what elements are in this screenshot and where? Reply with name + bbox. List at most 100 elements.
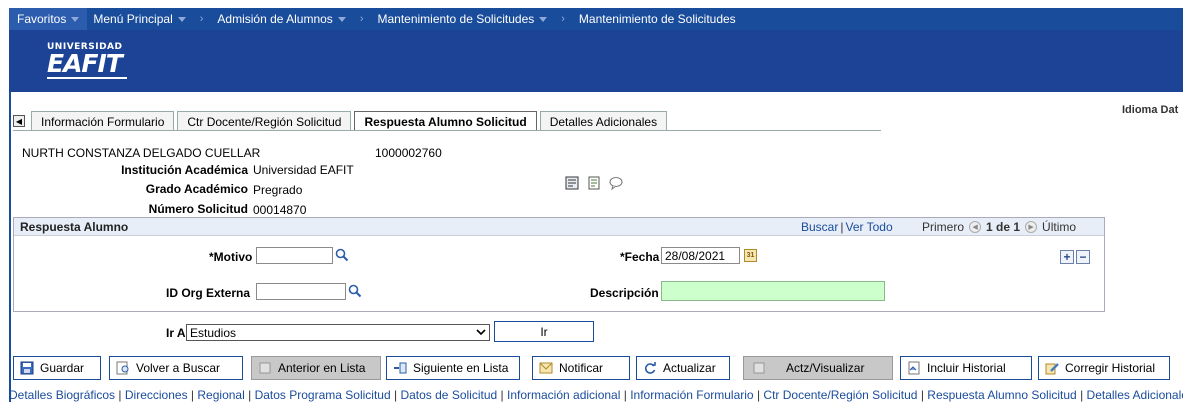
history-icon — [908, 361, 920, 375]
footer-divider: | — [1080, 388, 1084, 402]
grado-value: Pregrado — [253, 183, 303, 197]
logo-main-text: EAFIT — [47, 49, 123, 78]
actualizar-button[interactable]: Actualizar — [636, 356, 730, 380]
tab-bar: ◀ Información Formulario Ctr Docente/Reg… — [13, 111, 670, 131]
ir-a-selected: Estudios — [190, 325, 237, 340]
numero-solicitud-label: Número Solicitud — [148, 202, 248, 216]
descripcion-label: Descripción — [590, 286, 659, 300]
search-page-icon — [116, 361, 129, 375]
breadcrumb-separator-icon: › — [359, 13, 364, 25]
footer-link[interactable]: Información adicional — [507, 388, 620, 402]
ultimo-link[interactable]: Último — [1042, 220, 1076, 234]
numero-solicitud-value: 00014870 — [253, 203, 307, 217]
idioma-label: Idioma Dat — [1122, 104, 1179, 116]
incluir-historial-button[interactable]: Incluir Historial — [900, 356, 1032, 380]
panel-links: Buscar | Ver Todo — [801, 220, 893, 234]
view-icon — [753, 362, 765, 374]
actz-visualizar-button[interactable]: Actz/Visualizar — [743, 356, 893, 380]
breadcrumb-label: Mantenimiento de Solicitudes — [578, 12, 736, 26]
panel-header: Respuesta Alumno Buscar | Ver Todo Primero… — [14, 218, 1104, 236]
tab-scroll-left-icon[interactable]: ◀ — [13, 115, 25, 127]
guardar-label: Guardar — [40, 361, 85, 375]
ir-a-label: Ir A — [166, 326, 186, 340]
volver-label: Volver a Buscar — [136, 361, 221, 375]
motivo-input[interactable] — [256, 247, 333, 264]
notepad-icon[interactable] — [565, 176, 579, 190]
ir-button[interactable]: Ir — [494, 321, 594, 342]
tab-detalles-adicionales[interactable]: Detalles Adicionales — [539, 111, 668, 131]
breadcrumb-current[interactable]: Mantenimiento de Solicitudes — [573, 12, 742, 26]
footer-link[interactable]: Información Formulario — [630, 388, 753, 402]
fecha-input[interactable] — [661, 247, 740, 264]
footer-link[interactable]: Detalles Biográficos — [9, 388, 115, 402]
siguiente-en-lista-button[interactable]: Siguiente en Lista — [386, 356, 520, 380]
footer-link[interactable]: Ctr Docente/Región Solicitud — [763, 388, 917, 402]
document-icon[interactable] — [587, 176, 601, 190]
fecha-label: *Fecha — [620, 250, 660, 264]
menu-principal-label: Menú Principal — [93, 12, 173, 26]
footer-link[interactable]: Direcciones — [125, 388, 188, 402]
calendar-icon[interactable]: 31 — [744, 249, 757, 262]
chevron-down-icon — [476, 329, 486, 336]
footer-divider: | — [190, 388, 195, 402]
breadcrumb-separator-icon: › — [199, 13, 204, 25]
ver-todo-link[interactable]: Ver Todo — [845, 220, 892, 234]
grado-label: Grado Académico — [145, 182, 248, 196]
comment-icon[interactable] — [609, 176, 623, 190]
breadcrumb-mantenimiento[interactable]: Mantenimiento de Solicitudes — [371, 12, 553, 26]
next-icon[interactable]: ▶ — [1025, 221, 1038, 233]
footer-divider: | — [118, 388, 122, 402]
footer-links: Detalles Biográficos | Direcciones | Reg… — [9, 388, 1183, 402]
institucion-label: Institución Académica — [121, 163, 248, 177]
footer-link[interactable]: Respuesta Alumno Solicitud — [927, 388, 1076, 402]
menu-principal[interactable]: Menú Principal — [87, 12, 191, 26]
footer-link[interactable]: Datos de Solicitud — [400, 388, 497, 402]
eafit-logo: UNIVERSIDAD EAFIT — [47, 42, 127, 79]
refresh-icon — [644, 362, 656, 374]
footer-link[interactable]: Detalles Adicionales — [1087, 388, 1183, 402]
panel-pagination: Primero ◀ 1 de 1 ▶ Último — [922, 220, 1076, 234]
delete-row-icon[interactable]: − — [1076, 250, 1090, 264]
incluir-label: Incluir Historial — [927, 361, 1006, 375]
actz-label: Actz/Visualizar — [786, 361, 865, 375]
search-icon[interactable] — [335, 248, 349, 262]
motivo-label: *Motivo — [209, 250, 253, 264]
footer-link[interactable]: Regional — [197, 388, 244, 402]
search-icon[interactable] — [348, 284, 362, 298]
favoritos-menu[interactable]: Favoritos — [9, 8, 88, 30]
tab-informacion-formulario[interactable]: Información Formulario — [31, 111, 175, 131]
breadcrumb-admision[interactable]: Admisión de Alumnos — [211, 12, 351, 26]
breadcrumb-label: Admisión de Alumnos — [217, 12, 333, 26]
volver-a-buscar-button[interactable]: Volver a Buscar — [109, 356, 243, 380]
guardar-button[interactable]: Guardar — [13, 356, 101, 380]
chevron-down-icon — [337, 16, 346, 22]
institucion-value: Universidad EAFIT — [253, 163, 354, 177]
add-row-icon[interactable]: + — [1060, 250, 1074, 264]
chevron-down-icon — [177, 16, 186, 22]
footer-divider: | — [248, 388, 252, 402]
breadcrumb-separator-icon: › — [561, 13, 565, 25]
notificar-button[interactable]: Notificar — [532, 356, 630, 380]
corregir-label: Corregir Historial — [1065, 361, 1156, 375]
tab-ctr-docente[interactable]: Ctr Docente/Región Solicitud — [177, 111, 352, 131]
footer-divider: | — [756, 388, 761, 402]
student-id: 1000002760 — [375, 146, 442, 160]
footer-divider: | — [623, 388, 627, 402]
breadcrumb-label: Mantenimiento de Solicitudes — [377, 12, 535, 26]
footer-link[interactable]: Datos Programa Solicitud — [255, 388, 391, 402]
edit-history-icon — [1045, 363, 1059, 375]
buscar-link[interactable]: Buscar — [801, 220, 838, 234]
anterior-en-lista-button[interactable]: Anterior en Lista — [251, 356, 381, 380]
tab-respuesta-alumno[interactable]: Respuesta Alumno Solicitud — [354, 111, 537, 131]
previous-list-icon — [259, 362, 271, 374]
org-externa-input[interactable] — [256, 283, 346, 300]
descripcion-input[interactable] — [661, 281, 885, 301]
previous-icon[interactable]: ◀ — [969, 221, 982, 233]
corregir-historial-button[interactable]: Corregir Historial — [1038, 356, 1170, 380]
primero-link[interactable]: Primero — [922, 220, 964, 234]
ir-a-select[interactable]: Estudios — [186, 324, 490, 341]
chevron-down-icon — [71, 16, 80, 22]
notify-icon — [539, 362, 553, 374]
siguiente-label: Siguiente en Lista — [413, 361, 509, 375]
student-name: NURTH CONSTANZA DELGADO CUELLAR — [22, 146, 261, 160]
